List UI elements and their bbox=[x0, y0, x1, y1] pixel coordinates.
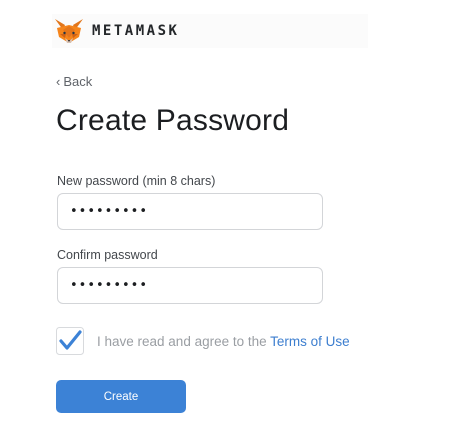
create-password-page: METAMASK ‹ Back Create Password New passw… bbox=[0, 0, 450, 426]
brand-logo: METAMASK bbox=[54, 16, 179, 46]
brand-name: METAMASK bbox=[92, 23, 180, 39]
page-title: Create Password bbox=[56, 104, 290, 137]
create-button[interactable]: Create bbox=[56, 380, 186, 413]
back-label: Back bbox=[63, 74, 93, 89]
chevron-left-icon: ‹ bbox=[56, 74, 61, 89]
new-password-input[interactable] bbox=[57, 193, 323, 230]
terms-checkbox[interactable] bbox=[56, 327, 84, 355]
fox-icon bbox=[55, 19, 83, 43]
terms-row: I have read and agree to the Terms of Us… bbox=[56, 327, 350, 355]
new-password-label: New password (min 8 chars) bbox=[57, 174, 216, 188]
confirm-password-input[interactable] bbox=[57, 267, 323, 304]
terms-of-use-link[interactable]: Terms of Use bbox=[270, 334, 350, 349]
back-link[interactable]: ‹ Back bbox=[56, 74, 92, 89]
terms-text: I have read and agree to the Terms of Us… bbox=[97, 334, 350, 349]
confirm-password-label: Confirm password bbox=[57, 248, 158, 262]
terms-statement: I have read and agree to the bbox=[97, 333, 271, 349]
